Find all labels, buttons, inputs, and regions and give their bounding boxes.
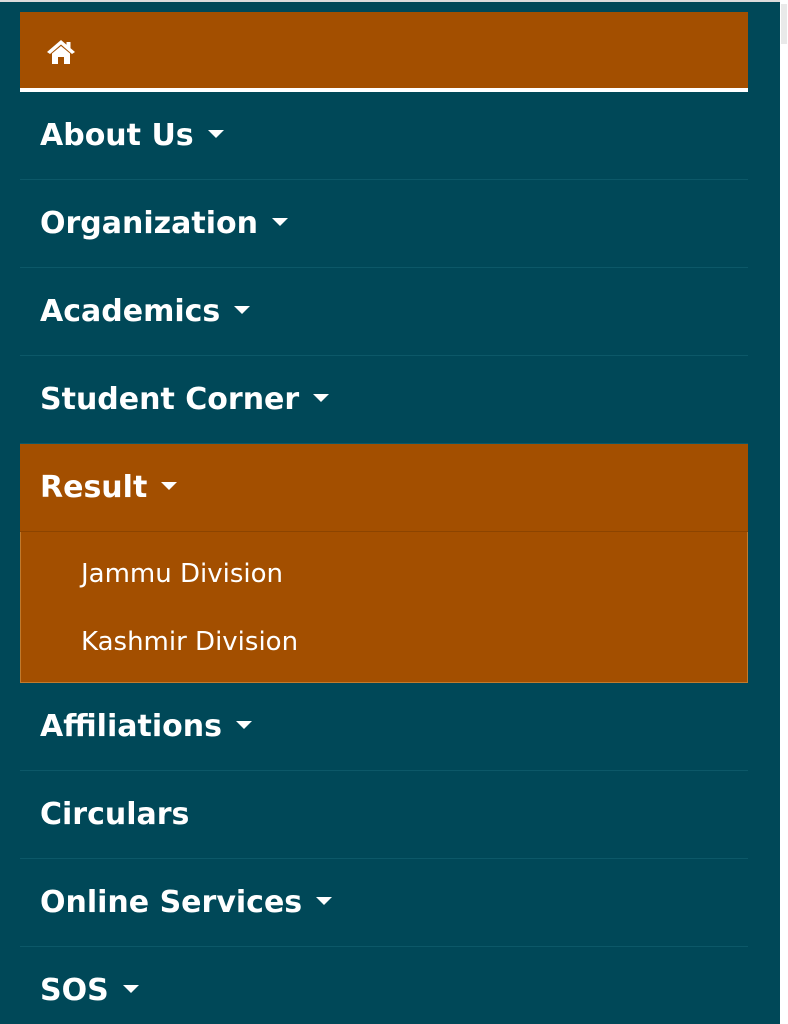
caret-down-icon (207, 129, 224, 138)
menu-item-online-services[interactable]: Online Services (20, 859, 748, 947)
caret-down-icon (316, 896, 333, 905)
menu-item-academics[interactable]: Academics (20, 268, 748, 356)
menu-item-label: Student Corner (40, 382, 300, 417)
home-button[interactable] (20, 12, 748, 92)
menu-item-label: Online Services (40, 885, 303, 920)
caret-down-icon (313, 393, 330, 402)
caret-down-icon (271, 217, 288, 226)
menu-item-label: About Us (40, 118, 194, 153)
submenu-item-label: Kashmir Division (81, 627, 299, 657)
menu-item-label: SOS (40, 973, 109, 1008)
result-submenu: Jammu Division Kashmir Division (20, 532, 748, 683)
menu-item-label: Result (40, 470, 148, 505)
scrollbar-thumb[interactable] (781, 4, 787, 44)
menu-item-label: Circulars (40, 797, 190, 832)
main-menu: About Us Organization Academics Student … (0, 92, 780, 1024)
menu-item-label: Affiliations (40, 709, 222, 744)
caret-down-icon (235, 720, 252, 729)
result-submenu-wrapper: Jammu Division Kashmir Division (0, 532, 780, 683)
screen: About Us Organization Academics Student … (0, 0, 788, 1024)
home-icon (47, 40, 75, 64)
menu-item-circulars[interactable]: Circulars (20, 771, 748, 859)
menu-item-label: Organization (40, 206, 258, 241)
menu-item-affiliations[interactable]: Affiliations (20, 683, 748, 771)
submenu-item-kashmir-division[interactable]: Kashmir Division (21, 608, 747, 676)
menu-item-result[interactable]: Result (20, 444, 748, 532)
submenu-item-jammu-division[interactable]: Jammu Division (21, 540, 747, 608)
submenu-item-label: Jammu Division (81, 559, 284, 589)
menu-item-sos[interactable]: SOS (20, 947, 748, 1024)
caret-down-icon (122, 984, 139, 993)
menu-item-organization[interactable]: Organization (20, 180, 748, 268)
menu-item-about-us[interactable]: About Us (20, 92, 748, 180)
caret-down-icon (161, 481, 178, 490)
caret-down-icon (234, 305, 251, 314)
nav-drawer: About Us Organization Academics Student … (0, 2, 780, 1024)
menu-item-label: Academics (40, 294, 221, 329)
menu-item-student-corner[interactable]: Student Corner (20, 356, 748, 444)
page-edge (780, 0, 788, 1024)
